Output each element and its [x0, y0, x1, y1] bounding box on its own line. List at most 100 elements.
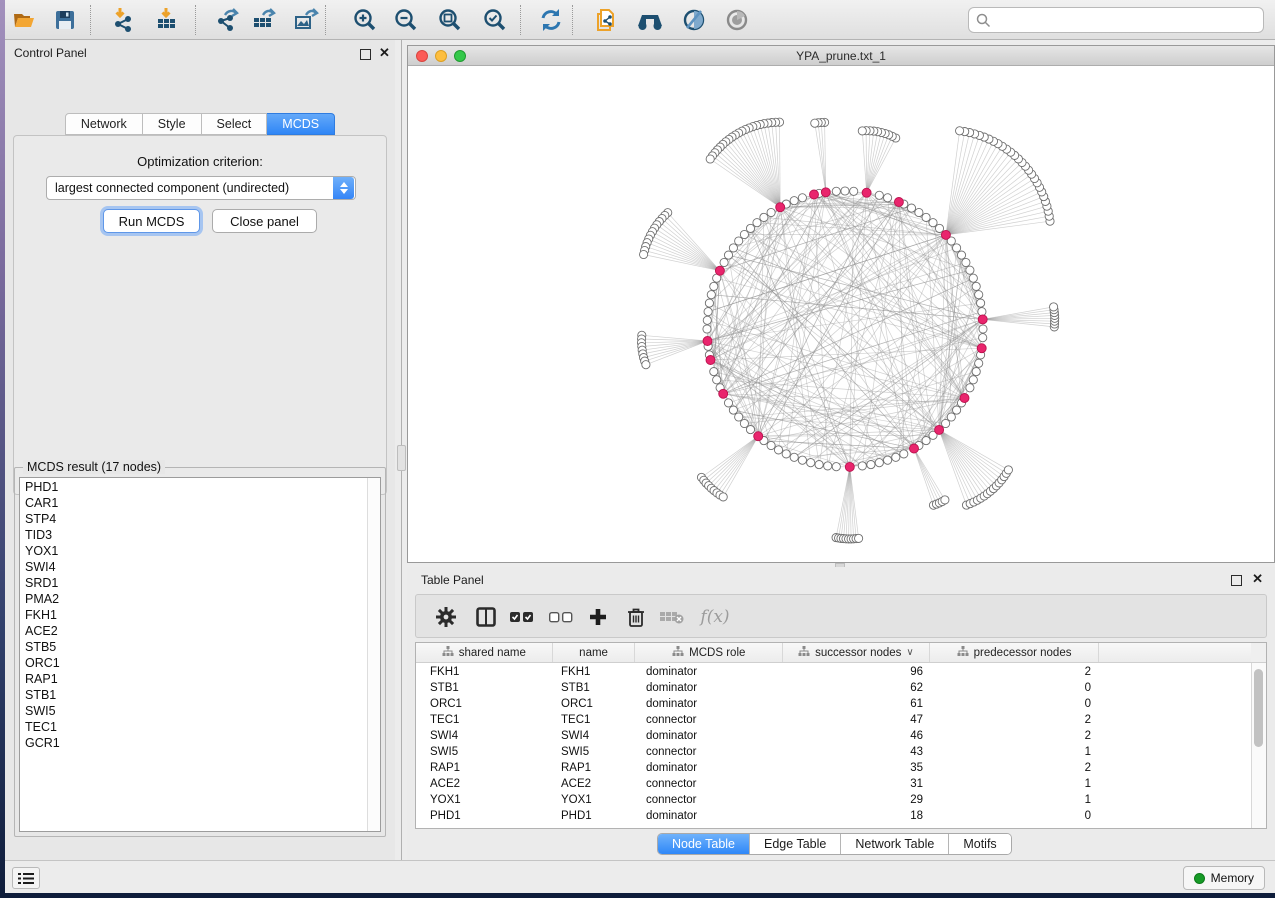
- mcds-result-item[interactable]: FKH1: [20, 607, 366, 623]
- zoom-in-icon[interactable]: [349, 4, 381, 36]
- table-row[interactable]: STB1STB1dominator620: [416, 680, 1251, 696]
- mcds-result-item[interactable]: SRD1: [20, 575, 366, 591]
- column-type-icon: [957, 646, 969, 660]
- mcds-result-item[interactable]: ACE2: [20, 623, 366, 639]
- tab-edge-table[interactable]: Edge Table: [749, 834, 840, 854]
- mcds-result-item[interactable]: PMA2: [20, 591, 366, 607]
- table-panel-title: Table Panel: [421, 573, 484, 587]
- export-image-icon[interactable]: [290, 4, 322, 36]
- mcds-result-list[interactable]: PHD1CAR1STP4TID3YOX1SWI4SRD1PMA2FKH1ACE2…: [19, 477, 381, 832]
- tab-network-table[interactable]: Network Table: [840, 834, 948, 854]
- network-graph[interactable]: [408, 66, 1274, 562]
- tab-mcds[interactable]: MCDS: [267, 113, 335, 135]
- settings-gear-icon[interactable]: [431, 602, 461, 632]
- memory-button[interactable]: Memory: [1183, 866, 1265, 890]
- zoom-selected-icon[interactable]: [479, 4, 511, 36]
- mcds-result-item[interactable]: RAP1: [20, 671, 366, 687]
- float-panel-icon[interactable]: [360, 49, 371, 60]
- deselect-all-icon[interactable]: [546, 602, 576, 632]
- column-header-successor-nodes[interactable]: successor nodes∨: [783, 643, 930, 662]
- clone-network-icon[interactable]: [590, 4, 622, 36]
- cell-predecessor-nodes: 1: [931, 744, 1101, 760]
- cell-MCDS-role: connector: [636, 712, 784, 728]
- save-session-icon[interactable]: [49, 4, 81, 36]
- table-scrollbar-thumb[interactable]: [1254, 669, 1263, 747]
- tab-node-table[interactable]: Node Table: [658, 834, 749, 854]
- table-row[interactable]: YOX1YOX1connector291: [416, 792, 1251, 808]
- table-row[interactable]: PHD1PHD1dominator180: [416, 808, 1251, 824]
- mcds-result-item[interactable]: SWI5: [20, 703, 366, 719]
- export-table-icon[interactable]: [248, 4, 280, 36]
- export-network-icon[interactable]: [212, 4, 244, 36]
- mcds-result-item[interactable]: PHD1: [20, 479, 366, 495]
- control-panel-title: Control Panel: [14, 46, 87, 60]
- table-scrollbar[interactable]: [1251, 663, 1266, 828]
- column-header-predecessor-nodes[interactable]: predecessor nodes: [930, 643, 1100, 662]
- tab-motifs[interactable]: Motifs: [948, 834, 1010, 854]
- cell-name: PHD1: [553, 808, 636, 824]
- close-table-panel-icon[interactable]: ✕: [1252, 571, 1263, 587]
- network-canvas[interactable]: [408, 66, 1274, 562]
- table-row[interactable]: SWI5SWI5connector431: [416, 744, 1251, 760]
- table-row[interactable]: RAP1RAP1dominator352: [416, 760, 1251, 776]
- list-scrollbar[interactable]: [367, 478, 380, 831]
- mcds-result-item[interactable]: STP4: [20, 511, 366, 527]
- open-file-icon[interactable]: [9, 4, 41, 36]
- hide-graphics-details-icon[interactable]: [678, 4, 710, 36]
- network-window-titlebar[interactable]: YPA_prune.txt_1: [408, 46, 1274, 66]
- tab-network[interactable]: Network: [65, 113, 143, 135]
- select-all-icon[interactable]: [507, 602, 537, 632]
- run-mcds-button[interactable]: Run MCDS: [103, 209, 200, 233]
- vertical-splitter-handle[interactable]: [397, 445, 406, 471]
- cell-MCDS-role: connector: [636, 776, 784, 792]
- column-visibility-icon[interactable]: [471, 602, 501, 632]
- mcds-result-title: MCDS result (17 nodes): [23, 460, 165, 474]
- cell-name: ORC1: [553, 696, 636, 712]
- task-history-button[interactable]: [12, 867, 40, 889]
- import-network-icon[interactable]: [108, 4, 140, 36]
- column-header-name[interactable]: name: [553, 643, 636, 662]
- column-header-shared-name[interactable]: shared name: [416, 643, 553, 662]
- mcds-result-item[interactable]: TEC1: [20, 719, 366, 735]
- mcds-result-item[interactable]: CAR1: [20, 495, 366, 511]
- mcds-result-item[interactable]: STB5: [20, 639, 366, 655]
- add-column-icon[interactable]: [583, 602, 613, 632]
- close-panel-button[interactable]: Close panel: [212, 209, 317, 233]
- search-field[interactable]: [968, 7, 1264, 33]
- zoom-out-icon[interactable]: [390, 4, 422, 36]
- column-header-MCDS-role[interactable]: MCDS role: [635, 643, 783, 662]
- sort-desc-icon: ∨: [906, 647, 913, 658]
- mcds-result-item[interactable]: STB1: [20, 687, 366, 703]
- table-row[interactable]: ACE2ACE2connector311: [416, 776, 1251, 792]
- mcds-result-item[interactable]: TID3: [20, 527, 366, 543]
- cell-successor-nodes: 47: [784, 712, 931, 728]
- mcds-result-item[interactable]: YOX1: [20, 543, 366, 559]
- table-row[interactable]: FKH1FKH1dominator962: [416, 664, 1251, 680]
- close-panel-icon[interactable]: ✕: [379, 45, 390, 61]
- toolbar-separator: [520, 5, 521, 35]
- mcds-result-item[interactable]: SWI4: [20, 559, 366, 575]
- tab-style[interactable]: Style: [143, 113, 202, 135]
- mcds-result-item[interactable]: ORC1: [20, 655, 366, 671]
- table-row[interactable]: SWI4SWI4dominator462: [416, 728, 1251, 744]
- tab-select[interactable]: Select: [202, 113, 268, 135]
- table-row[interactable]: TEC1TEC1connector472: [416, 712, 1251, 728]
- zoom-fit-icon[interactable]: [434, 4, 466, 36]
- delete-column-icon[interactable]: [621, 602, 651, 632]
- show-graphics-details-icon[interactable]: [721, 4, 753, 36]
- mcds-result-item[interactable]: GCR1: [20, 735, 366, 751]
- search-input[interactable]: [996, 10, 1263, 30]
- table-header-corner: [1251, 643, 1266, 663]
- cell-successor-nodes: 29: [784, 792, 931, 808]
- search-network-icon[interactable]: [634, 4, 666, 36]
- import-table-icon[interactable]: [150, 4, 182, 36]
- float-table-panel-icon[interactable]: [1231, 575, 1242, 586]
- cell-shared-name: PHD1: [416, 808, 553, 824]
- table-tabs: Node TableEdge TableNetwork TableMotifs: [657, 833, 1012, 855]
- table-row[interactable]: ORC1ORC1dominator610: [416, 696, 1251, 712]
- table-body: FKH1FKH1dominator962STB1STB1dominator620…: [416, 664, 1251, 828]
- criterion-select[interactable]: largest connected component (undirected): [46, 176, 356, 200]
- table-header-row: shared namenameMCDS rolesuccessor nodes∨…: [416, 643, 1251, 663]
- node-table[interactable]: shared namenameMCDS rolesuccessor nodes∨…: [415, 642, 1267, 829]
- refresh-layout-icon[interactable]: [535, 4, 567, 36]
